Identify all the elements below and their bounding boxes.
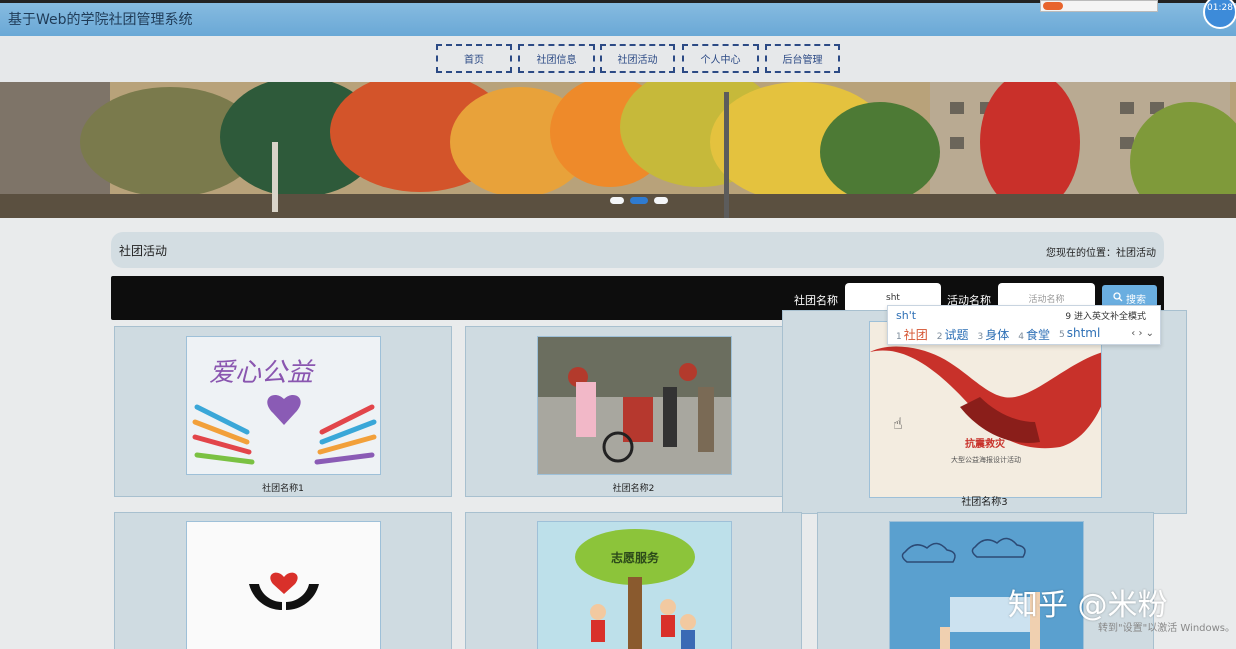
- watermark: 知乎 @米粉: [1008, 588, 1168, 623]
- ime-hint: 9 进入英文补全模式: [1065, 312, 1146, 322]
- club-card[interactable]: 志愿服务: [465, 512, 802, 649]
- club-card[interactable]: 社团名称2: [465, 326, 802, 497]
- nav-item-profile[interactable]: 个人中心: [682, 44, 759, 73]
- club-card[interactable]: [114, 512, 452, 649]
- carousel-dot-active[interactable]: [630, 197, 648, 204]
- ime-candidate[interactable]: 3 身体: [978, 326, 1010, 343]
- carousel-dot[interactable]: [610, 197, 624, 204]
- current-location: 您现在的位置：社团活动: [1046, 248, 1156, 259]
- svg-text:抗震救灾: 抗震救灾: [965, 437, 1006, 450]
- card-image-volunteer-tree: 志愿服务: [537, 521, 732, 649]
- title-bar: 基于Web的学院社团管理系统 01:28: [0, 0, 1236, 36]
- card-title[interactable]: 社团名称2: [466, 481, 801, 494]
- windows-activation-notice: 转到"设置"以激活 Windows。: [1098, 623, 1236, 634]
- card-image-heart-hands: [186, 521, 381, 649]
- ime-candidate-window: sh't 9 进入英文补全模式 1 社团 2 试题 3 身体 4 食堂 5 shtml ‹…: [887, 305, 1161, 345]
- carousel-dot[interactable]: [654, 197, 668, 204]
- nav-item-club-activity[interactable]: 社团活动: [600, 44, 675, 73]
- ime-candidates: 1 社团 2 试题 3 身体 4 食堂 5 shtml: [896, 326, 1100, 343]
- svg-text:爱心公益: 爱心公益: [209, 358, 316, 388]
- page-title: 社团活动: [119, 244, 168, 258]
- nav-item-admin[interactable]: 后台管理: [765, 44, 840, 73]
- breadcrumb: 社团活动 您现在的位置：社团活动: [111, 232, 1164, 268]
- hand-cursor-icon: ☝: [893, 414, 903, 433]
- ime-candidate[interactable]: 1 社团: [896, 326, 928, 343]
- card-image-hands-poster: 抗震救灾 大型公益海报设计活动: [869, 321, 1102, 498]
- svg-text:志愿服务: 志愿服务: [611, 550, 660, 565]
- ime-candidate[interactable]: 4 食堂: [1018, 326, 1050, 343]
- ime-composition: sh't: [896, 309, 917, 322]
- card-image-love-poster: 爱心公益: [186, 336, 381, 475]
- app-title: 基于Web的学院社团管理系统: [8, 12, 193, 28]
- main-nav: 首页 社团信息 社团活动 个人中心 后台管理: [0, 36, 1236, 82]
- clock-badge: 01:28: [1203, 0, 1236, 29]
- card-image-street-photo: [537, 336, 732, 475]
- club-card[interactable]: 爱心公益 社团名称1: [114, 326, 452, 497]
- heart-hands-icon: [249, 572, 319, 610]
- ime-page-arrows[interactable]: ‹ › ⌄: [1131, 328, 1154, 339]
- svg-text:大型公益海报设计活动: 大型公益海报设计活动: [951, 455, 1021, 464]
- search-button-label: 搜索: [1126, 294, 1146, 306]
- card-title[interactable]: 社团名称3: [783, 493, 1186, 508]
- system-tray: [1040, 0, 1158, 12]
- search-icon: [1113, 291, 1123, 305]
- nav-item-home[interactable]: 首页: [436, 44, 512, 73]
- club-name-label: 社团名称: [794, 294, 838, 307]
- ime-candidate[interactable]: 5 shtml: [1059, 326, 1100, 343]
- card-title[interactable]: 社团名称1: [115, 481, 451, 494]
- nav-item-club-info[interactable]: 社团信息: [518, 44, 595, 73]
- carousel-indicators: [610, 197, 668, 204]
- ime-candidate[interactable]: 2 试题: [937, 326, 969, 343]
- tray-app-icon: [1043, 2, 1063, 10]
